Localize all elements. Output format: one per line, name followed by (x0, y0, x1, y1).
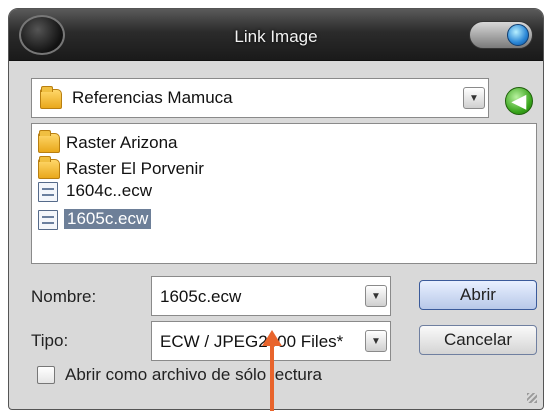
location-value: Referencias Mamuca (72, 88, 233, 107)
folder-icon (38, 130, 60, 153)
image-file-icon (38, 210, 58, 230)
open-button[interactable]: Abrir (419, 280, 537, 310)
type-label: Tipo: (31, 331, 69, 350)
list-item-folder-raster-el-porvenir[interactable]: Raster El Porvenir (38, 156, 338, 180)
location-combobox[interactable]: Referencias Mamuca ▼ (31, 78, 489, 118)
readonly-checkbox[interactable] (37, 366, 55, 384)
close-orb-icon[interactable] (507, 24, 529, 46)
list-item-label: 1605c.ecw (64, 209, 152, 229)
folder-icon (38, 156, 60, 179)
back-arrow-icon[interactable]: ◀ (505, 87, 533, 115)
annotation-arrow-icon (262, 330, 282, 411)
list-item-label: 1604c..ecw (66, 181, 152, 200)
name-label: Nombre: (31, 287, 97, 306)
folder-icon (40, 86, 62, 109)
file-name-value: 1605c.ecw (160, 287, 242, 306)
cancel-button[interactable]: Cancelar (419, 325, 537, 355)
readonly-label: Abrir como archivo de sólo lectura (65, 365, 323, 384)
file-list[interactable]: Raster Arizona Raster El Porvenir 1604c.… (31, 123, 537, 264)
file-name-combobox[interactable]: 1605c.ecw ▼ (151, 276, 391, 316)
list-item-label: Raster El Porvenir (66, 159, 204, 178)
list-item-file-1605c[interactable]: 1605c.ecw (38, 208, 338, 230)
chevron-down-icon[interactable]: ▼ (463, 87, 485, 109)
list-item-label: Raster Arizona (66, 133, 178, 152)
title-bar: Link Image (9, 9, 543, 61)
file-type-value: ECW / JPEG2000 Files* (160, 332, 344, 351)
list-item-folder-raster-arizona[interactable]: Raster Arizona (38, 130, 338, 154)
title-pill-control[interactable] (469, 21, 533, 49)
image-file-icon (38, 182, 58, 202)
list-item-file-1604c[interactable]: 1604c..ecw (38, 180, 338, 202)
chevron-down-icon[interactable]: ▼ (365, 330, 387, 352)
window-title: Link Image (234, 27, 318, 46)
resize-grip-icon[interactable] (527, 393, 537, 403)
chevron-down-icon[interactable]: ▼ (365, 285, 387, 307)
